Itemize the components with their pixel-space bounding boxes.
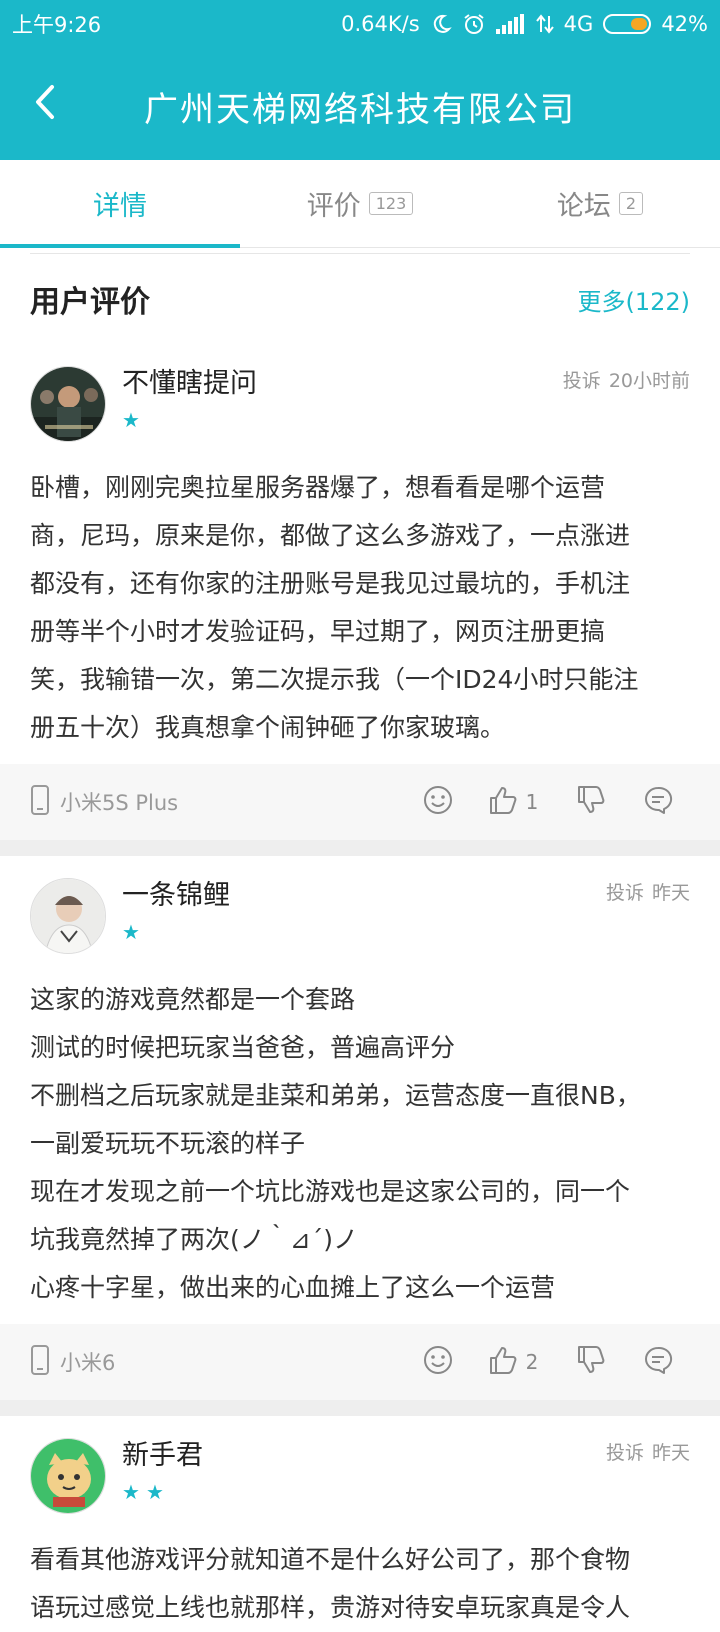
rating-stars: ★ [122, 922, 606, 942]
review-card: 一条锦鲤 ★ 投诉 昨天 这家的游戏竟然都是一个套路 测试的时候把玩家当爸爸，普… [0, 856, 720, 1400]
review-line: 笑，我输错一次，第二次提示我（一个ID24小时只能注 [30, 665, 639, 694]
thumbs-down-icon [576, 1345, 606, 1380]
tab-count-badge: 123 [368, 192, 414, 215]
dislike-button[interactable] [556, 764, 626, 840]
smiley-icon [423, 785, 453, 820]
thumbs-up-icon [488, 1345, 518, 1380]
review-footer: 小米6 2 [0, 1324, 720, 1400]
star-icon: ★ [145, 1480, 164, 1504]
report-link[interactable]: 投诉 [606, 1438, 644, 1518]
nav-bar: 广州天梯网络科技有限公司 [0, 48, 720, 160]
thumbs-up-icon [488, 785, 518, 820]
tab-label: 论坛 [556, 191, 611, 222]
app-header: 上午9:26 0.64K/s 4G 42% 广州天梯网络科技有限公司 [0, 0, 720, 160]
review-footer: 小米5S Plus 1 [0, 764, 720, 840]
moon-icon [430, 13, 452, 35]
review-text: 看看其他游戏评分就知道不是什么好公司了，那个食物 语玩过感觉上线也就那样，贵游对… [0, 1518, 720, 1632]
review-line: 卧槽，刚刚完奥拉星服务器爆了，想看看是哪个运营 [30, 473, 606, 502]
emoji-button[interactable] [406, 764, 470, 840]
device-name: 小米5S Plus [60, 791, 179, 815]
comment-icon [643, 1345, 673, 1380]
like-count: 2 [525, 1350, 539, 1374]
review-line: 册等半个小时才发验证码，早过期了，网页注册更搞 [30, 617, 606, 646]
review-text: 卧槽，刚刚完奥拉星服务器爆了，想看看是哪个运营 商，尼玛，原来是你，都做了这么多… [0, 446, 720, 764]
review-line: 商，尼玛，原来是你，都做了这么多游戏了，一点涨进 [30, 521, 631, 550]
thumbs-down-icon [576, 785, 606, 820]
review-line: 坑我竟然掉了两次(ノ｀⊿´)ノ [30, 1225, 358, 1254]
review-time: 昨天 [651, 1442, 690, 1464]
rating-stars: ★ [122, 410, 563, 430]
net-speed: 0.64K/s [341, 12, 420, 36]
review-line: 测试的时候把玩家当爸爸，普遍高评分 [30, 1033, 456, 1062]
section-divider [0, 840, 720, 856]
chevron-left-icon [32, 84, 58, 124]
report-link[interactable]: 投诉 [563, 366, 601, 446]
report-link[interactable]: 投诉 [606, 878, 644, 958]
like-button[interactable]: 1 [470, 764, 556, 840]
data-arrows-icon [535, 14, 554, 34]
device-info: 小米6 [30, 1344, 406, 1381]
signal-icon [495, 14, 526, 34]
battery-percent: 42% [661, 12, 708, 36]
phone-icon [30, 1344, 50, 1381]
tab-label: 详情 [93, 191, 147, 222]
emoji-button[interactable] [406, 1324, 470, 1400]
reviews-section-header: 用户评价 更多(122) [0, 254, 720, 344]
network-type: 4G [563, 12, 594, 36]
review-text: 这家的游戏竟然都是一个套路 测试的时候把玩家当爸爸，普遍高评分 不删档之后玩家就… [0, 958, 720, 1324]
rating-stars: ★ ★ [122, 1482, 606, 1502]
comment-button[interactable] [626, 764, 690, 840]
dislike-button[interactable] [556, 1324, 626, 1400]
phone-icon [30, 784, 50, 821]
review-username[interactable]: 新手君 [122, 1438, 606, 1474]
section-divider [0, 1400, 720, 1416]
like-count: 1 [525, 790, 539, 814]
device-info: 小米5S Plus [30, 784, 406, 821]
star-icon: ★ [122, 920, 140, 944]
avatar[interactable] [30, 878, 106, 954]
tab-details[interactable]: 详情 [0, 160, 240, 248]
review-line: 册五十次）我真想拿个闹钟砸了你家玻璃。 [30, 713, 506, 742]
section-title: 用户评价 [30, 285, 150, 320]
tab-label: 评价 [306, 191, 361, 222]
like-button[interactable]: 2 [470, 1324, 556, 1400]
tab-bar: 详情 评价 123 论坛 2 [0, 160, 720, 248]
review-line: 都没有，还有你家的注册账号是我见过最坑的，手机注 [30, 569, 631, 598]
alarm-icon [462, 12, 486, 36]
battery-level [630, 18, 648, 30]
avatar[interactable] [30, 366, 106, 442]
review-line: 这家的游戏竟然都是一个套路 [30, 985, 356, 1014]
page-title: 广州天梯网络科技有限公司 [144, 90, 576, 130]
review-line: 心疼十字星，做出来的心血摊上了这么一个运营 [30, 1273, 556, 1302]
status-time: 上午9:26 [12, 13, 102, 37]
comment-button[interactable] [626, 1324, 690, 1400]
battery-icon [603, 14, 652, 34]
review-card: 不懂瞎提问 ★ 投诉 20小时前 卧槽，刚刚完奥拉星服务器爆了，想看看是哪个运营… [0, 344, 720, 840]
review-username[interactable]: 不懂瞎提问 [122, 366, 563, 402]
device-name: 小米6 [60, 1351, 116, 1375]
review-time: 昨天 [651, 882, 690, 904]
tab-count-badge: 2 [618, 192, 644, 215]
tab-forum[interactable]: 论坛 2 [480, 160, 720, 247]
review-line: 现在才发现之前一个坑比游戏也是这家公司的，同一个 [30, 1177, 631, 1206]
smiley-icon [423, 1345, 453, 1380]
star-icon: ★ [122, 1480, 140, 1504]
review-username[interactable]: 一条锦鲤 [122, 878, 606, 914]
more-reviews-link[interactable]: 更多(122) [577, 282, 690, 317]
status-bar: 上午9:26 0.64K/s 4G 42% [0, 0, 720, 48]
back-button[interactable] [0, 48, 90, 160]
review-line: 不删档之后玩家就是韭菜和弟弟，运营态度一直很NB， [30, 1081, 641, 1110]
review-time: 20小时前 [608, 370, 690, 392]
tab-reviews[interactable]: 评价 123 [240, 160, 480, 247]
review-line: 看看其他游戏评分就知道不是什么好公司了，那个食物 [30, 1545, 631, 1574]
review-line: 语玩过感觉上线也就那样，贵游对待安卓玩家真是令人 [30, 1593, 631, 1622]
comment-icon [643, 785, 673, 820]
star-icon: ★ [122, 408, 140, 432]
review-line: 一副爱玩玩不玩滚的样子 [30, 1129, 306, 1158]
avatar[interactable] [30, 1438, 106, 1514]
review-card: 新手君 ★ ★ 投诉 昨天 看看其他游戏评分就知道不是什么好公司了，那个食物 语… [0, 1416, 720, 1632]
